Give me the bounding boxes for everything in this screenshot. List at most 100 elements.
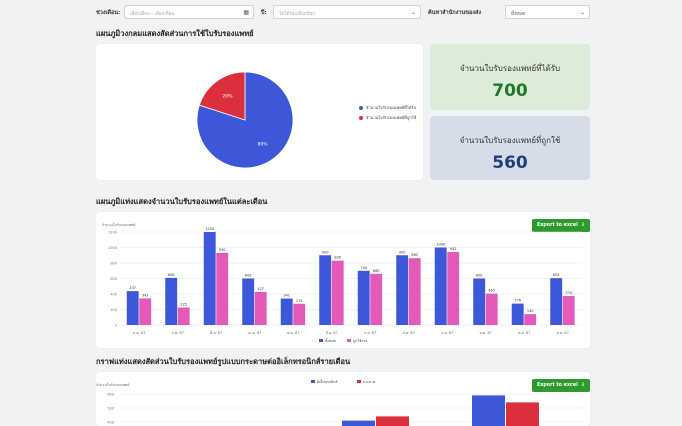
office-select[interactable]: ทั้งหมด ⌄: [505, 5, 590, 19]
bar-total: [242, 278, 255, 325]
y-tick-label: 600: [107, 392, 114, 396]
bar-value-label: 276: [514, 299, 521, 303]
bar-value-label: 604: [553, 273, 560, 277]
x-tick-label: พ.ค. 67: [287, 331, 299, 335]
pie-label-received: 80%: [257, 142, 268, 148]
monthly-bar-chart: จำนวนใบรับรองแพทย์ 0 200 400 600 800 1000 1200…: [102, 222, 582, 343]
stat-used-value: 560: [492, 153, 528, 173]
bar-total: [511, 303, 524, 325]
bar-used: [370, 273, 383, 325]
x-tick-label: ก.พ. 67: [172, 331, 184, 335]
x-tick-label: พ.ย. 67: [518, 331, 530, 335]
period-placeholder: เลือกเดือน - เลือกเดือน: [130, 12, 175, 17]
period-label: ช่วงเดือน:: [96, 10, 121, 16]
bar-value-label: 427: [257, 287, 264, 291]
stat-received-value: 700: [492, 81, 528, 101]
bar-total: [550, 278, 563, 325]
legend-label: กระดาษ: [363, 380, 376, 384]
x-tick-label: ต.ค. 67: [480, 331, 492, 335]
bar-value-label: 140: [527, 309, 534, 313]
legend-dot-blue: [359, 106, 363, 110]
bar-value-label: 862: [411, 253, 418, 257]
legend-swatch: [319, 339, 323, 342]
bar-used: [562, 296, 575, 325]
chevron-down-icon: ⌄: [410, 9, 416, 16]
bar-value-label: 437: [129, 286, 136, 290]
stat-card-received: จำนวนใบรับรองแพทย์ที่ได้รับ 700: [430, 44, 590, 110]
ratio-bar-paper: [506, 402, 539, 426]
bar-value-label: 900: [322, 250, 329, 254]
bar-value-label: 900: [399, 250, 406, 254]
bar-used: [447, 251, 460, 325]
bar-value-label: 274: [296, 299, 303, 303]
bar-value-label: 405: [488, 289, 495, 293]
legend-swatch: [347, 339, 351, 342]
ratio-bar-electronic: [342, 420, 375, 426]
legend-label: ทั้งหมด: [325, 338, 336, 343]
x-tick-label: ก.ย. 67: [441, 331, 453, 335]
y-tick-label: 1200: [108, 230, 117, 234]
period-date-input[interactable]: เลือกเดือน - เลือกเดือน ▦: [124, 5, 254, 19]
bar-used: [177, 307, 190, 325]
legend-label: อิเล็กทรอนิกส์: [317, 378, 338, 384]
pie-legend-item-used: จำนวนใบรับรองแพทย์ที่ถูกใช้: [359, 114, 416, 121]
bar-used: [254, 291, 267, 325]
pie-legend-label-used: จำนวนใบรับรองแพทย์ที่ถูกใช้: [366, 115, 417, 120]
bar-value-label: 600: [245, 274, 252, 278]
ratio-y-axis-label: จำนวนใบรับรองแพทย์: [96, 382, 129, 387]
ratio-bar-paper: [376, 416, 409, 426]
bar-value-label: 1200: [205, 227, 214, 231]
x-tick-label: มี.ค. 67: [210, 330, 222, 335]
x-tick-label: ธ.ค. 67: [557, 331, 569, 335]
bar-value-label: 600: [476, 274, 483, 278]
x-tick-label: เม.ย. 67: [248, 331, 261, 335]
bar-y-axis-label: จำนวนใบรับรองแพทย์: [102, 222, 135, 227]
legend-swatch: [357, 380, 361, 383]
bar-value-label: 1000: [436, 243, 445, 247]
x-tick-label: มิ.ย. 67: [326, 331, 338, 335]
y-tick-label: 400: [107, 420, 114, 424]
office-label: ค้นหาสำนักงานของส่ง: [428, 10, 482, 16]
bar-value-label: 700: [360, 266, 367, 270]
y-tick-label: 500: [107, 406, 114, 410]
bar-total: [434, 247, 447, 325]
bar-total: [473, 278, 486, 325]
bar-used: [331, 260, 344, 325]
bar-used: [408, 258, 421, 325]
bar-value-label: 341: [283, 294, 290, 298]
calendar-icon[interactable]: ▦: [243, 9, 249, 16]
legend-dot-red: [359, 116, 363, 120]
year-select[interactable]: ไม่ได้รองเลือกปีทุก ⌄: [273, 5, 421, 19]
y-tick-label: 0: [115, 323, 117, 327]
stat-received-label: จำนวนใบรับรองแพทย์ที่ได้รับ: [459, 64, 561, 73]
bar-value-label: 374: [565, 291, 572, 295]
bar-value-label: 608: [168, 273, 175, 277]
bar-used: [216, 252, 229, 325]
bar-used: [524, 314, 537, 325]
bar-value-label: 225: [180, 303, 187, 307]
bar-value-label: 660: [373, 269, 380, 273]
bar-total: [165, 277, 178, 325]
chevron-down-icon: ⌄: [579, 9, 585, 16]
ratio-bar-electronic: [472, 395, 505, 426]
x-tick-label: ม.ค. 67: [133, 331, 145, 335]
bar-total: [126, 291, 139, 325]
office-value: ทั้งหมด: [511, 12, 526, 17]
bar-total: [203, 232, 216, 325]
bar-total: [319, 255, 332, 325]
bottom-section-title: กราฟแท่งแสดงสัดส่วนใบรับรองแพทย์รูปแบบกร…: [96, 357, 351, 366]
y-tick-label: 200: [110, 308, 117, 312]
legend-swatch: [311, 380, 315, 383]
year-placeholder: ไม่ได้รองเลือกปีทุก: [279, 12, 316, 17]
year-label: ปี:: [261, 10, 267, 16]
ratio-bar-chart: จำนวนใบรับรองแพทย์ อิเล็กทรอนิกส์ กระดาษ …: [96, 378, 582, 426]
bar-section-title: แผนภูมิแท่งแสดงจำนวนใบรับรองแพทย์ในแต่ละ…: [96, 197, 268, 206]
bar-value-label: 830: [334, 256, 341, 260]
stat-used-label: จำนวนใบรับรองแพทย์ที่ถูกใช้: [459, 136, 561, 145]
bar-total: [280, 298, 293, 325]
bar-card: Export to excel ⇩ จำนวนใบรับรองแพทย์ 0 200…: [96, 212, 590, 348]
filter-bar: ช่วงเดือน: เลือกเดือน - เลือกเดือน ▦ ปี:…: [0, 0, 682, 26]
pie-section-title: แผนภูมิวงกลมแสดงสัดส่วนการใช้ใบรับรองแพท…: [96, 29, 254, 38]
pie-chart: 80% 20%: [196, 71, 294, 169]
bar-used: [485, 293, 498, 325]
